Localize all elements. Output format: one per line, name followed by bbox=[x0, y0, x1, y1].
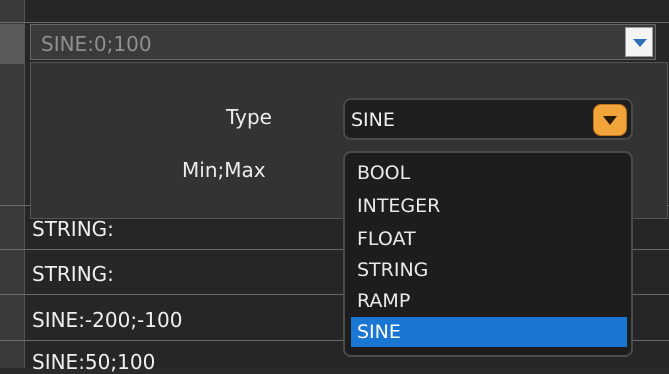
selected-row-header[interactable] bbox=[0, 24, 24, 64]
chevron-down-icon[interactable] bbox=[593, 104, 627, 136]
dropdown-option-integer[interactable]: INTEGER bbox=[351, 191, 627, 221]
table-cell[interactable]: SINE:-200;-100 bbox=[32, 308, 182, 332]
table-cell[interactable]: STRING: bbox=[32, 217, 114, 241]
type-combobox-value: SINE bbox=[351, 109, 395, 131]
type-dropdown-list: BOOL INTEGER FLOAT STRING RAMP SINE bbox=[343, 151, 633, 357]
dropdown-option-ramp[interactable]: RAMP bbox=[351, 286, 627, 316]
table-cell[interactable]: STRING: bbox=[32, 262, 114, 286]
row-divider bbox=[0, 22, 669, 23]
type-combobox[interactable]: SINE bbox=[343, 98, 633, 140]
row-header-column bbox=[0, 0, 25, 368]
value-combobox[interactable]: SINE:0;100 bbox=[30, 24, 656, 60]
dropdown-option-string[interactable]: STRING bbox=[351, 255, 627, 285]
chevron-down-icon[interactable] bbox=[625, 27, 653, 57]
value-combobox-text: SINE:0;100 bbox=[41, 32, 152, 56]
dropdown-option-sine[interactable]: SINE bbox=[351, 317, 627, 347]
type-label: Type bbox=[226, 105, 272, 129]
minmax-label: Min;Max bbox=[182, 158, 266, 182]
table-cell[interactable]: SINE:50;100 bbox=[32, 350, 155, 374]
dropdown-option-float[interactable]: FLOAT bbox=[351, 224, 627, 254]
dropdown-option-bool[interactable]: BOOL bbox=[351, 158, 627, 188]
